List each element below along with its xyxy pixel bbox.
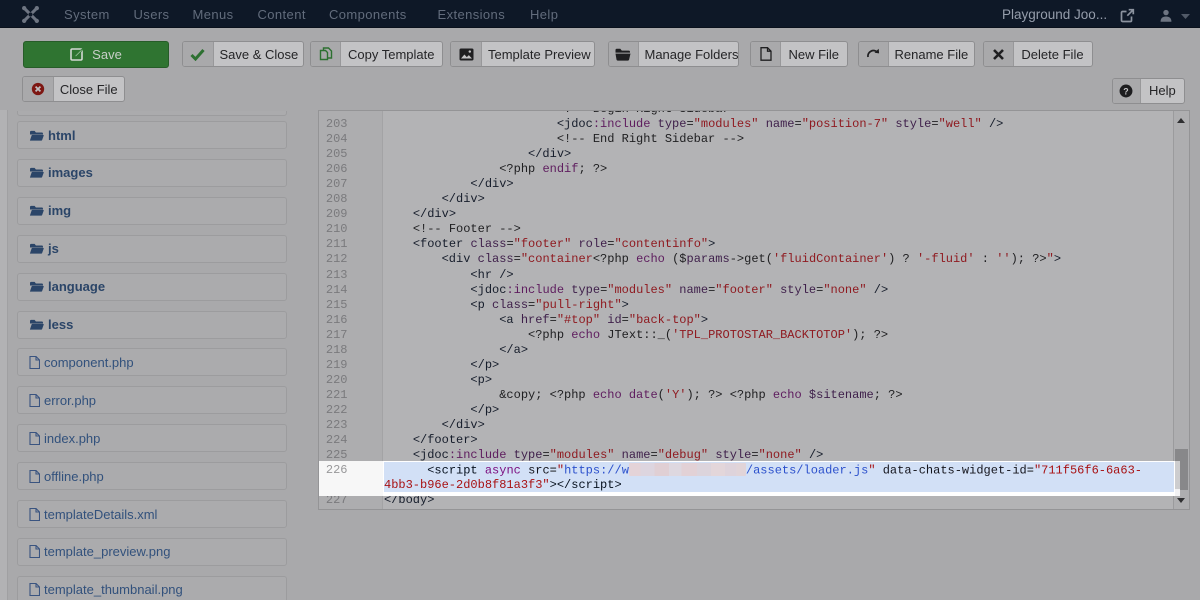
svg-text:?: ? <box>1124 86 1129 96</box>
